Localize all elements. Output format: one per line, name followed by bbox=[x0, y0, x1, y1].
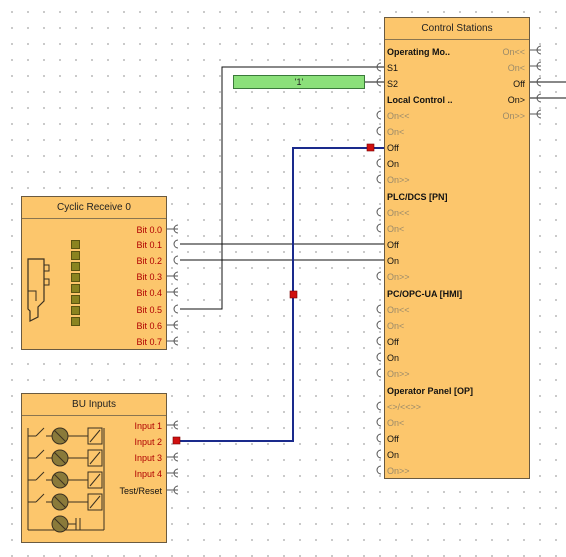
pc-opc-header: PC/OPC-UA [HMI] bbox=[387, 289, 463, 299]
op-off: Off bbox=[387, 434, 399, 444]
plc-on-l: On< bbox=[387, 224, 405, 234]
led-indicator bbox=[71, 284, 80, 293]
pc-on: On bbox=[387, 353, 400, 363]
wire-bit05-to-s1 bbox=[180, 66, 385, 310]
output-on-l: On< bbox=[507, 63, 525, 73]
cyclic-receive-block[interactable]: Cyclic Receive 0 Bit 0.0 Bit 0.1 Bit 0.2… bbox=[21, 196, 167, 350]
bit-06-label: Bit 0.6 bbox=[136, 321, 162, 331]
local-off: Off bbox=[387, 143, 399, 153]
constant-one-block[interactable]: '1' bbox=[233, 75, 365, 89]
local-control-header: Local Control .. bbox=[387, 95, 453, 105]
input-2-label: Input 2 bbox=[134, 437, 162, 447]
bit-01-label: Bit 0.1 bbox=[136, 240, 162, 250]
bu-inputs-block[interactable]: BU Inputs Input 1 Input 2 Input 3 Input … bbox=[21, 393, 167, 543]
bit-07-label: Bit 0.7 bbox=[136, 337, 162, 347]
pc-on-rr: On>> bbox=[387, 369, 410, 379]
op-on-rr: On>> bbox=[387, 466, 410, 476]
plc-on-rr: On>> bbox=[387, 272, 410, 282]
input-3-label: Input 3 bbox=[134, 453, 162, 463]
operating-mode-header: Operating Mo.. bbox=[387, 47, 450, 57]
led-indicator bbox=[71, 240, 80, 249]
bu-inputs-title: BU Inputs bbox=[22, 394, 166, 416]
local-on-l: On< bbox=[387, 127, 405, 137]
local-on: On bbox=[387, 159, 400, 169]
local-on-rr: On>> bbox=[387, 175, 410, 185]
plc-on-ll: On<< bbox=[387, 208, 410, 218]
bit-04-label: Bit 0.4 bbox=[136, 288, 162, 298]
plc-dcs-header: PLC/DCS [PN] bbox=[387, 192, 448, 202]
led-indicator bbox=[71, 251, 80, 260]
op-on: On bbox=[387, 450, 400, 460]
output-on-rr: On>> bbox=[502, 111, 525, 121]
output-on-ll: On<< bbox=[502, 47, 525, 57]
control-stations-block[interactable]: Control Stations Operating Mo.. S1 S2 On… bbox=[384, 17, 530, 479]
connection-marker bbox=[289, 290, 298, 299]
input-1-label: Input 1 bbox=[134, 421, 162, 431]
s1-input-label: S1 bbox=[387, 63, 399, 73]
input-4-label: Input 4 bbox=[134, 469, 162, 479]
op-on-l: On< bbox=[387, 418, 405, 428]
led-indicator bbox=[71, 317, 80, 326]
cyclic-receive-title: Cyclic Receive 0 bbox=[22, 197, 166, 219]
plc-off: Off bbox=[387, 240, 399, 250]
bit-02-label: Bit 0.2 bbox=[136, 256, 162, 266]
wire-input2-to-local-off bbox=[178, 147, 370, 442]
plug-icon bbox=[27, 258, 50, 322]
led-indicator bbox=[71, 295, 80, 304]
led-indicator bbox=[71, 262, 80, 271]
bit-03-label: Bit 0.3 bbox=[136, 272, 162, 282]
switch-circuit-icon bbox=[27, 427, 105, 533]
bit-00-label: Bit 0.0 bbox=[136, 225, 162, 235]
led-indicator bbox=[71, 273, 80, 282]
connection-marker bbox=[172, 436, 181, 445]
plc-on: On bbox=[387, 256, 400, 266]
operator-panel-header: Operator Panel [OP] bbox=[387, 386, 474, 396]
pc-on-ll: On<< bbox=[387, 305, 410, 315]
led-indicator bbox=[71, 306, 80, 315]
pc-off: Off bbox=[387, 337, 399, 347]
connection-marker bbox=[366, 143, 375, 152]
op-toggle: <>/<<>> bbox=[387, 402, 422, 412]
bit-05-label: Bit 0.5 bbox=[136, 305, 162, 315]
output-off: Off bbox=[513, 79, 525, 89]
local-on-ll: On<< bbox=[387, 111, 410, 121]
control-stations-title: Control Stations bbox=[385, 18, 529, 40]
test-reset-label: Test/Reset bbox=[119, 486, 162, 496]
s2-input-label: S2 bbox=[387, 79, 399, 89]
output-on-r: On> bbox=[507, 95, 525, 105]
pc-on-l: On< bbox=[387, 321, 405, 331]
